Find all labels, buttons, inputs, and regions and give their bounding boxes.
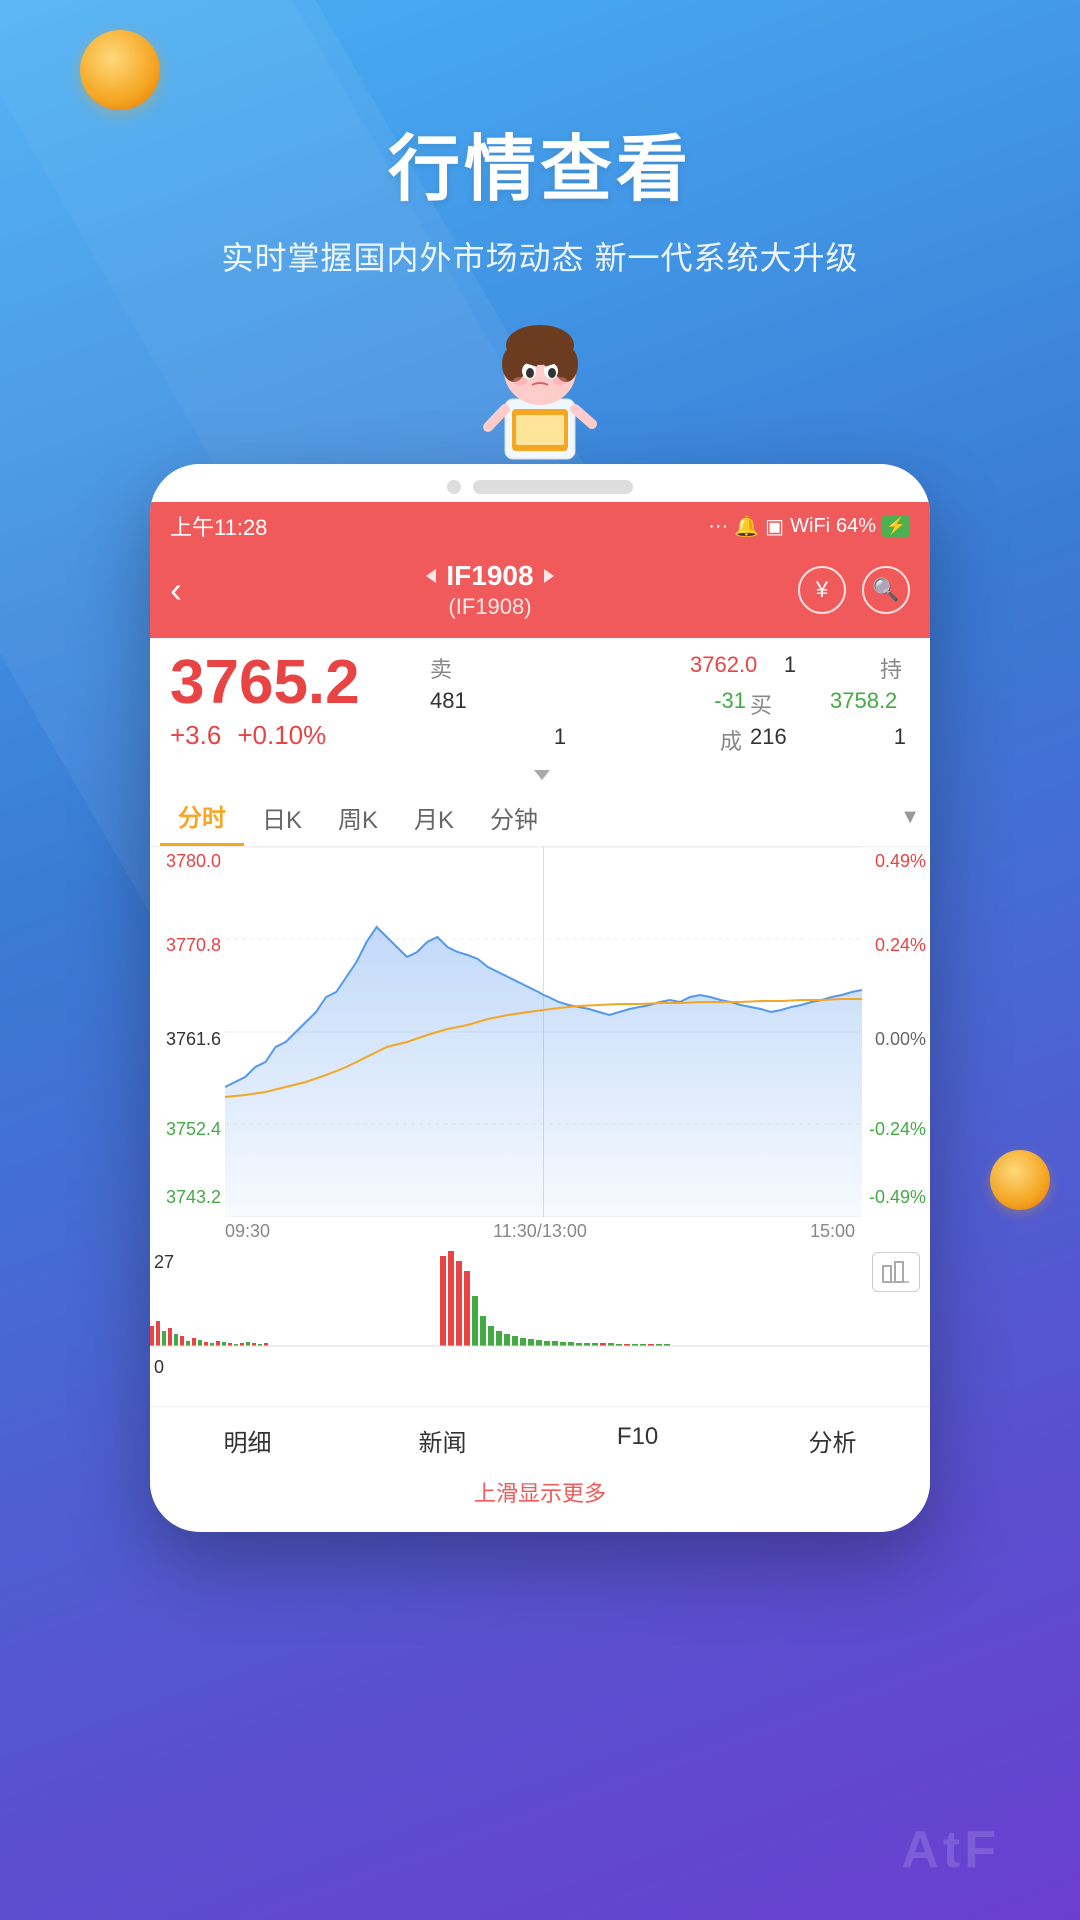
mascot-area bbox=[0, 309, 1080, 484]
signal-icon: ··· bbox=[708, 515, 728, 538]
price-section: 3765.2 +3.6 +0.10% 卖 3762.0 1 持 481 -31 … bbox=[150, 638, 930, 764]
chart-tabs[interactable]: 分时 日K 周K 月K 分钟 ▼ bbox=[150, 788, 930, 847]
yuan-icon: ¥ bbox=[816, 577, 828, 603]
wifi-icon: WiFi bbox=[790, 515, 830, 538]
nav-symbol-row: IF1908 bbox=[182, 560, 798, 592]
hero-subtitle: 实时掌握国内外市场动态 新一代系统大升级 bbox=[0, 233, 1080, 279]
buy-price: 3758.2 bbox=[830, 688, 910, 720]
brand-watermark: AtF bbox=[901, 1820, 1000, 1880]
y-pct-024: 0.24% bbox=[875, 935, 926, 956]
tab-月K[interactable]: 月K bbox=[396, 790, 472, 845]
more-icon: ▼ bbox=[900, 806, 920, 829]
hero-title: 行情查看 bbox=[0, 110, 1080, 215]
volume-val: 216 bbox=[750, 724, 830, 756]
x-label-open: 09:30 bbox=[225, 1221, 270, 1242]
y-labels-right: 0.49% 0.24% 0.00% -0.24% -0.49% bbox=[862, 847, 930, 1217]
nav-symbol-sub: (IF1908) bbox=[182, 594, 798, 620]
y-label-3752: 3752.4 bbox=[166, 1119, 221, 1140]
volume-svg bbox=[150, 1246, 930, 1376]
tab-新闻[interactable]: 新闻 bbox=[345, 1419, 540, 1462]
tab-周K[interactable]: 周K bbox=[320, 790, 396, 845]
price-change-pct: +0.10% bbox=[237, 720, 326, 751]
chart-svg-container bbox=[225, 847, 862, 1217]
hold-change: -31 bbox=[690, 688, 750, 720]
nav-symbol: IF1908 bbox=[446, 560, 533, 592]
sell-label: 卖 bbox=[430, 652, 690, 684]
alarm-icon: 🔔 bbox=[734, 514, 759, 539]
price-change-abs: +3.6 bbox=[170, 720, 221, 751]
x-label-mid: 11:30/13:00 bbox=[493, 1221, 587, 1242]
tab-分钟[interactable]: 分钟 bbox=[472, 790, 556, 845]
yuan-button[interactable]: ¥ bbox=[798, 566, 846, 614]
price-main: 3765.2 +3.6 +0.10% bbox=[170, 652, 410, 751]
volume-chart: 27 bbox=[150, 1246, 930, 1406]
tab-f10[interactable]: F10 bbox=[540, 1419, 735, 1462]
price-details-grid: 卖 3762.0 1 持 481 -31 买 3758.2 1 成 216 1 bbox=[410, 652, 910, 756]
buy-label: 买 bbox=[750, 688, 830, 720]
nav-title-area: IF1908 (IF1908) bbox=[182, 560, 798, 620]
x-label-close: 15:00 bbox=[810, 1221, 855, 1242]
sell-price: 3762.0 bbox=[690, 652, 750, 684]
search-button[interactable]: 🔍 bbox=[862, 566, 910, 614]
battery-icon: ⚡ bbox=[882, 515, 910, 537]
hold-val: 481 bbox=[430, 688, 690, 720]
y-pct-n049: -0.49% bbox=[869, 1187, 926, 1208]
volume-chart-icon[interactable] bbox=[872, 1252, 920, 1292]
price-value: 3765.2 bbox=[170, 652, 410, 714]
nav-action-icons: ¥ 🔍 bbox=[798, 566, 910, 614]
volume-bottom-label: 0 bbox=[154, 1357, 164, 1378]
nav-bar: ‹ IF1908 (IF1908) ¥ 🔍 bbox=[150, 550, 930, 638]
buy-qty: 1 bbox=[430, 724, 690, 756]
back-button[interactable]: ‹ bbox=[170, 569, 182, 611]
mascot-figure bbox=[470, 309, 610, 479]
tab-日K[interactable]: 日K bbox=[244, 790, 320, 845]
volume-change: 1 bbox=[830, 724, 910, 756]
y-pct-049: 0.49% bbox=[875, 851, 926, 872]
volume-label: 成 bbox=[690, 724, 750, 756]
y-pct-000: 0.00% bbox=[875, 1029, 926, 1050]
next-symbol-icon[interactable] bbox=[544, 569, 554, 583]
hold-label: 持 bbox=[830, 652, 910, 684]
price-change: +3.6 +0.10% bbox=[170, 720, 410, 751]
y-labels-left: 3780.0 3770.8 3761.6 3752.4 3743.2 bbox=[150, 847, 225, 1217]
status-icons: ··· 🔔 ▣ WiFi 64% ⚡ bbox=[708, 514, 910, 539]
bottom-tabs: 明细 新闻 F10 分析 bbox=[150, 1406, 930, 1470]
tab-分时[interactable]: 分时 bbox=[160, 788, 244, 846]
tab-明细[interactable]: 明细 bbox=[150, 1419, 345, 1462]
main-chart-area: 3780.0 3770.8 3761.6 3752.4 3743.2 bbox=[150, 847, 930, 1217]
hero-section: 行情查看 实时掌握国内外市场动态 新一代系统大升级 bbox=[0, 0, 1080, 279]
prev-symbol-icon[interactable] bbox=[426, 569, 436, 583]
price-arrow bbox=[150, 764, 930, 788]
y-label-3743: 3743.2 bbox=[166, 1187, 221, 1208]
phone-mockup: 上午11:28 ··· 🔔 ▣ WiFi 64% ⚡ ‹ IF1908 (IF1… bbox=[150, 464, 930, 1532]
volume-top-label: 27 bbox=[154, 1252, 174, 1273]
volume-chart-icon-svg bbox=[881, 1258, 911, 1286]
y-label-3761: 3761.6 bbox=[166, 1029, 221, 1050]
search-icon: 🔍 bbox=[872, 577, 899, 603]
price-chart-svg bbox=[225, 847, 862, 1217]
sell-qty: 1 bbox=[750, 652, 830, 684]
chart-x-labels: 09:30 11:30/13:00 15:00 bbox=[150, 1217, 930, 1246]
status-time: 上午11:28 bbox=[170, 510, 267, 542]
battery-pct: 64% bbox=[836, 515, 876, 538]
dropdown-icon bbox=[534, 770, 550, 780]
y-pct-n024: -0.24% bbox=[869, 1119, 926, 1140]
y-label-3780: 3780.0 bbox=[166, 851, 221, 872]
y-label-3770: 3770.8 bbox=[166, 935, 221, 956]
scroll-hint-text: 上滑显示更多 bbox=[474, 1481, 606, 1506]
sim-icon: ▣ bbox=[765, 514, 784, 539]
decorative-orb-right bbox=[990, 1150, 1050, 1210]
tab-分析[interactable]: 分析 bbox=[735, 1419, 930, 1462]
status-bar: 上午11:28 ··· 🔔 ▣ WiFi 64% ⚡ bbox=[150, 502, 930, 550]
chart-tab-more[interactable]: ▼ bbox=[900, 806, 920, 829]
scroll-hint: 上滑显示更多 bbox=[150, 1470, 930, 1512]
